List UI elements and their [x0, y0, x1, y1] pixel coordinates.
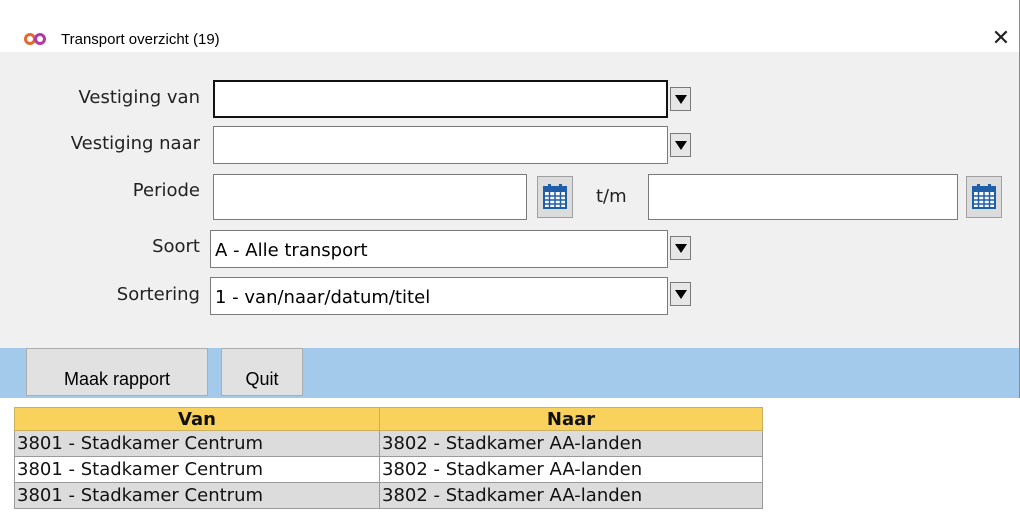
chevron-down-icon — [675, 290, 687, 299]
cell-naar: 3802 - Stadkamer AA-landen — [379, 430, 763, 457]
periode-to-input[interactable] — [648, 174, 958, 220]
transport-window: Transport overzicht (19) ✕ Vestiging van… — [0, 0, 1020, 398]
vestiging-van-dropdown-button[interactable] — [670, 87, 691, 111]
column-header-van[interactable]: Van — [14, 407, 380, 431]
soort-select[interactable]: A - Alle transport — [210, 230, 668, 268]
title-bar: Transport overzicht (19) ✕ — [0, 0, 1019, 52]
cell-van: 3801 - Stadkamer Centrum — [14, 456, 380, 483]
periode-label: Periode — [132, 180, 200, 201]
sortering-label: Sortering — [116, 284, 200, 305]
cell-van: 3801 - Stadkamer Centrum — [14, 430, 380, 457]
window-title: Transport overzicht (19) — [61, 31, 220, 48]
cell-naar: 3802 - Stadkamer AA-landen — [379, 456, 763, 483]
calendar-icon — [543, 184, 567, 209]
cell-van: 3801 - Stadkamer Centrum — [14, 482, 380, 509]
vestiging-van-label: Vestiging van — [78, 87, 201, 108]
infinity-icon — [24, 33, 46, 45]
vestiging-van-input[interactable] — [213, 80, 668, 118]
close-icon[interactable]: ✕ — [986, 26, 1016, 52]
chevron-down-icon — [675, 95, 687, 104]
soort-dropdown-button[interactable] — [670, 236, 691, 260]
quit-button[interactable]: Quit — [221, 348, 303, 396]
table-row[interactable]: 3801 - Stadkamer Centrum 3802 - Stadkame… — [14, 482, 763, 509]
cell-naar: 3802 - Stadkamer AA-landen — [379, 482, 763, 509]
periode-to-calendar-button[interactable] — [966, 176, 1002, 218]
table-row[interactable]: 3801 - Stadkamer Centrum 3802 - Stadkame… — [14, 456, 763, 483]
vestiging-naar-label: Vestiging naar — [70, 133, 200, 154]
chevron-down-icon — [675, 141, 687, 150]
chevron-down-icon — [675, 244, 687, 253]
sortering-select[interactable]: 1 - van/naar/datum/titel — [210, 277, 668, 315]
vestiging-naar-dropdown-button[interactable] — [670, 133, 691, 157]
periode-from-calendar-button[interactable] — [537, 176, 573, 218]
table-header-row: Van Naar — [14, 407, 763, 431]
calendar-icon — [972, 184, 996, 209]
vestiging-naar-input[interactable] — [213, 126, 668, 164]
column-header-naar[interactable]: Naar — [379, 407, 763, 431]
table-row[interactable]: 3801 - Stadkamer Centrum 3802 - Stadkame… — [14, 430, 763, 457]
periode-separator: t/m — [596, 186, 627, 207]
sortering-dropdown-button[interactable] — [670, 282, 691, 306]
periode-from-input[interactable] — [213, 174, 527, 220]
maak-rapport-button[interactable]: Maak rapport — [26, 348, 208, 396]
soort-label: Soort — [152, 236, 200, 257]
transport-table: Van Naar 3801 - Stadkamer Centrum 3802 -… — [14, 407, 763, 509]
